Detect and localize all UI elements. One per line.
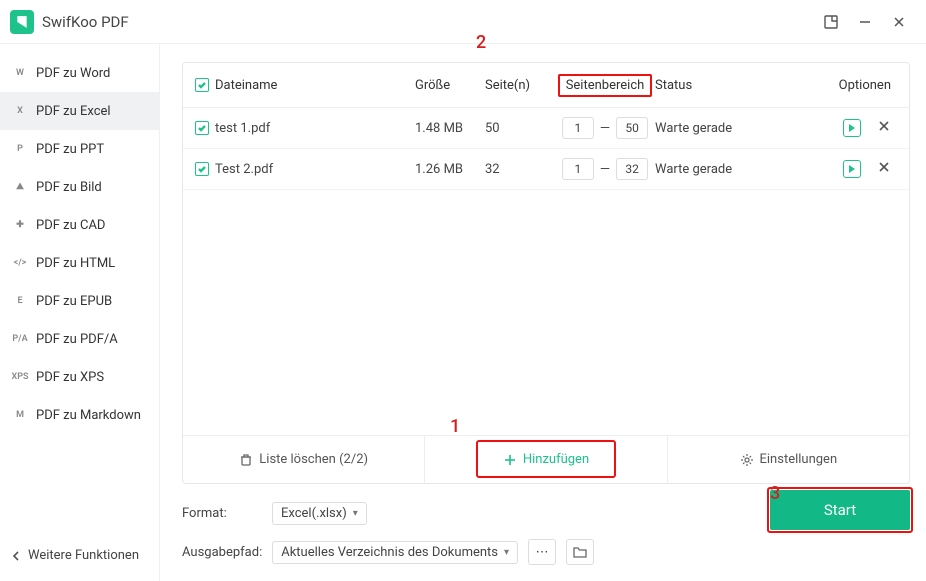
range-dash: — [600, 162, 610, 177]
sidebar-item-cad[interactable]: ✚ PDF zu CAD [0, 206, 159, 244]
plus-icon [503, 453, 517, 467]
page-range: — [562, 117, 648, 139]
markdown-icon: M [12, 407, 28, 423]
add-file-label: Hinzufügen [523, 452, 589, 467]
file-pages: 50 [485, 121, 555, 136]
start-label: Start [824, 501, 856, 519]
clear-list-button[interactable]: Liste löschen (2/2) [183, 436, 424, 483]
range-from-input[interactable] [562, 158, 594, 180]
remove-row-button[interactable] [877, 160, 891, 178]
cad-icon: ✚ [12, 217, 28, 233]
footer-controls: Format: Excel(.xlsx) ▾ Ausgabepfad: Aktu… [182, 484, 910, 565]
row-checkbox[interactable] [195, 121, 209, 135]
range-from-input[interactable] [562, 117, 594, 139]
range-to-input[interactable] [616, 117, 648, 139]
app-logo [10, 10, 34, 34]
more-functions-link[interactable]: Weitere Funktionen [0, 548, 159, 581]
pdfa-icon: P/A [12, 331, 28, 347]
epub-icon: E [12, 293, 28, 309]
output-path-select[interactable]: Aktuelles Verzeichnis des Dokuments ▾ [272, 541, 518, 564]
file-table: Dateiname Größe Seite(n) Seitenbereich S… [182, 62, 910, 484]
xps-icon: XPS [12, 369, 28, 385]
file-size: 1.48 MB [415, 121, 485, 136]
remove-row-button[interactable] [877, 119, 891, 137]
col-name-label: Dateiname [215, 78, 277, 93]
close-window-button[interactable] [882, 7, 916, 37]
sidebar-item-image[interactable]: ⛰ PDF zu Bild [0, 168, 159, 206]
page-range: — [562, 158, 648, 180]
clear-list-label: Liste löschen (2/2) [259, 452, 368, 467]
sidebar-item-label: PDF zu PDF/A [36, 332, 118, 347]
sidebar-item-label: PDF zu CAD [36, 218, 105, 233]
app-title: SwifKoo PDF [42, 13, 129, 31]
ellipsis-icon: ⋯ [536, 545, 549, 560]
format-select[interactable]: Excel(.xlsx) ▾ [272, 502, 367, 525]
convert-row-button[interactable] [843, 119, 861, 137]
word-icon: W [12, 65, 28, 81]
sidebar-item-epub[interactable]: E PDF zu EPUB [0, 282, 159, 320]
file-pages: 32 [485, 162, 555, 177]
col-status-label: Status [655, 78, 815, 93]
file-status: Warte gerade [655, 162, 815, 177]
output-path-label: Ausgabepfad: [182, 545, 262, 560]
sidebar: W PDF zu Word X PDF zu Excel P PDF zu PPT ⛰… [0, 44, 160, 581]
excel-icon: X [12, 103, 28, 119]
file-size: 1.26 MB [415, 162, 485, 177]
col-pages-label: Seite(n) [485, 78, 555, 93]
folder-icon [573, 546, 587, 558]
sidebar-item-xps[interactable]: XPS PDF zu XPS [0, 358, 159, 396]
sidebar-item-label: PDF zu Bild [36, 180, 102, 195]
more-functions-label: Weitere Funktionen [28, 548, 139, 563]
table-actions: Liste löschen (2/2) Hinzufügen Einstellu… [183, 435, 909, 483]
sidebar-item-label: PDF zu PPT [36, 142, 104, 157]
select-all-checkbox[interactable] [195, 78, 209, 92]
sidebar-item-ppt[interactable]: P PDF zu PPT [0, 130, 159, 168]
gear-icon [740, 453, 754, 467]
start-button[interactable]: Start [770, 490, 910, 530]
content-area: Dateiname Größe Seite(n) Seitenbereich S… [160, 44, 926, 581]
sidebar-item-label: PDF zu Markdown [36, 408, 141, 423]
sidebar-item-markdown[interactable]: M PDF zu Markdown [0, 396, 159, 434]
sidebar-item-label: PDF zu EPUB [36, 294, 112, 309]
range-to-input[interactable] [616, 158, 648, 180]
table-row: test 1.pdf 1.48 MB 50 — Warte gerade [183, 108, 909, 149]
table-header: Dateiname Größe Seite(n) Seitenbereich S… [183, 63, 909, 108]
html-icon: </> [12, 255, 28, 271]
file-status: Warte gerade [655, 121, 815, 136]
more-path-button[interactable]: ⋯ [528, 539, 556, 565]
col-options-label: Optionen [815, 78, 897, 93]
col-range-header: Seitenbereich [555, 74, 655, 97]
settings-button[interactable]: Einstellungen [667, 436, 909, 483]
row-checkbox[interactable] [195, 162, 209, 176]
sidebar-item-label: PDF zu Excel [36, 104, 111, 119]
image-icon: ⛰ [12, 179, 28, 195]
trash-icon [239, 453, 253, 467]
format-label: Format: [182, 506, 262, 521]
format-value: Excel(.xlsx) [281, 506, 347, 521]
minimize-button[interactable] [848, 7, 882, 37]
table-row: Test 2.pdf 1.26 MB 32 — Warte gerade [183, 149, 909, 190]
add-file-button[interactable]: Hinzufügen [424, 436, 666, 483]
titlebar: SwifKoo PDF [0, 0, 926, 44]
sidebar-item-label: PDF zu HTML [36, 256, 115, 271]
browse-folder-button[interactable] [566, 539, 594, 565]
sidebar-item-excel[interactable]: X PDF zu Excel [0, 92, 159, 130]
ppt-icon: P [12, 141, 28, 157]
sidebar-item-pdfa[interactable]: P/A PDF zu PDF/A [0, 320, 159, 358]
chevron-down-icon: ▾ [504, 547, 509, 558]
settings-label: Einstellungen [760, 452, 838, 467]
sidebar-item-word[interactable]: W PDF zu Word [0, 54, 159, 92]
convert-row-button[interactable] [843, 160, 861, 178]
range-dash: — [600, 121, 610, 136]
sidebar-item-label: PDF zu XPS [36, 370, 104, 385]
file-name: Test 2.pdf [215, 162, 273, 177]
col-range-label: Seitenbereich [558, 74, 653, 97]
sidebar-item-html[interactable]: </> PDF zu HTML [0, 244, 159, 282]
sidebar-item-label: PDF zu Word [36, 66, 110, 81]
col-size-label: Größe [415, 78, 485, 93]
file-name: test 1.pdf [215, 121, 270, 136]
chevron-down-icon: ▾ [353, 508, 358, 519]
output-path-value: Aktuelles Verzeichnis des Dokuments [281, 545, 498, 560]
window-tool-icon[interactable] [814, 7, 848, 37]
